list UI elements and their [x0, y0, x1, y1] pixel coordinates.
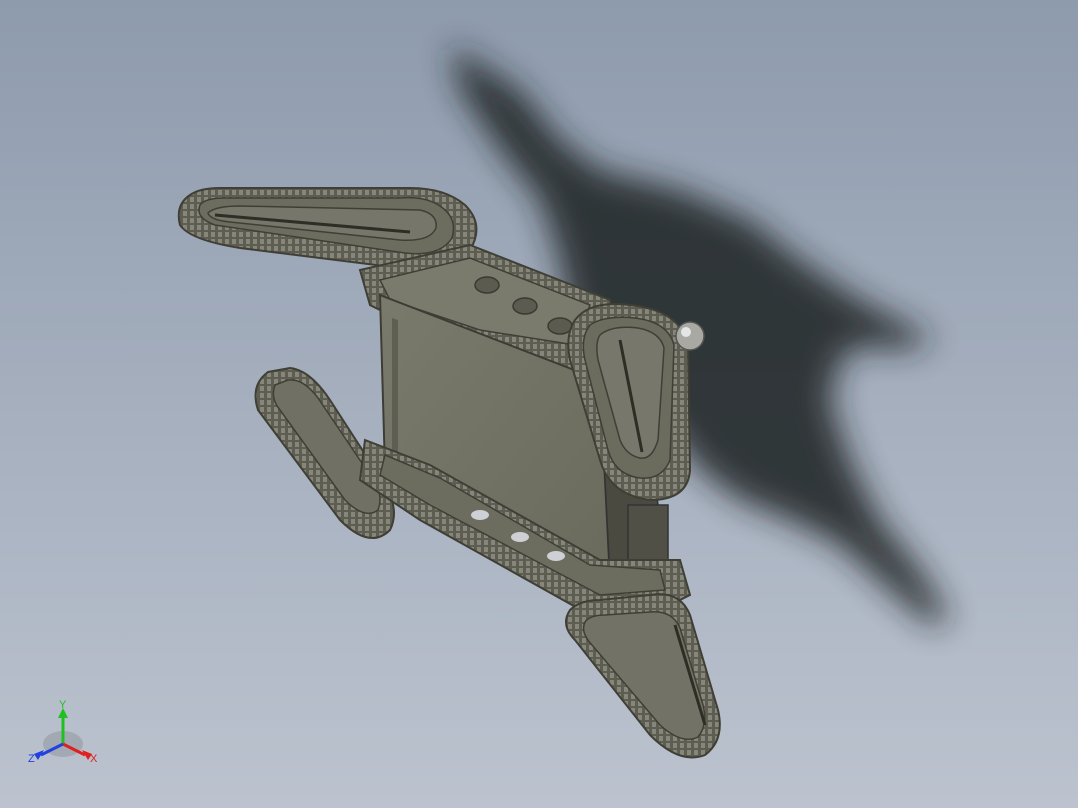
z-axis-label: Z	[28, 753, 35, 765]
crossbar-hole-1	[474, 276, 500, 294]
crossbar-hole-2	[512, 297, 538, 315]
crossbar-hole-3	[547, 317, 573, 335]
cad-graphics-viewport[interactable]: Y X Z	[0, 0, 1078, 808]
x-axis-label: X	[90, 753, 98, 765]
y-axis-label: Y	[59, 699, 67, 711]
